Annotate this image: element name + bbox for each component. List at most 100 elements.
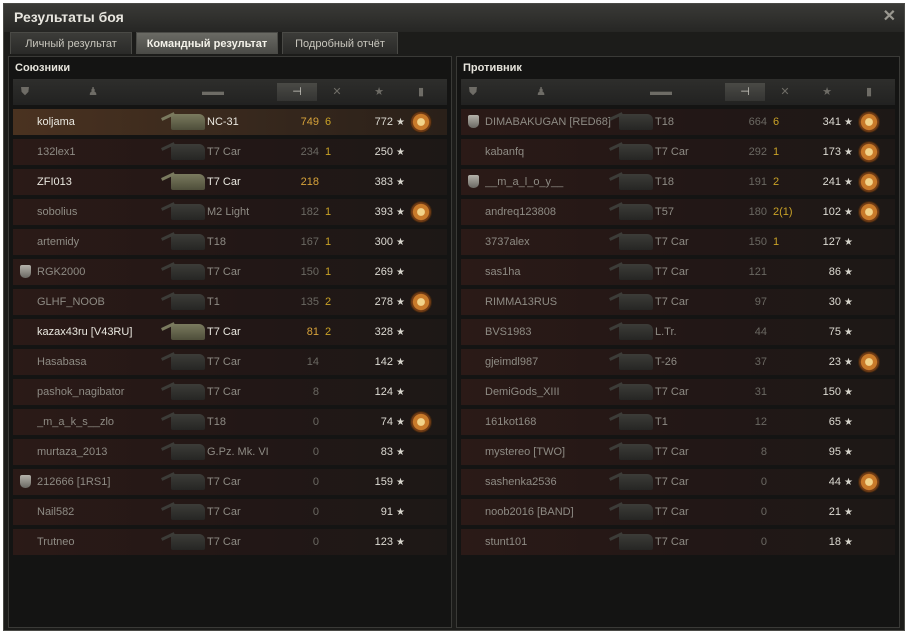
player-row[interactable]: Nail582 T7 Car 0 91 ★ xyxy=(13,499,447,527)
player-row[interactable]: 132lex1 T7 Car 234 1 250 ★ xyxy=(13,139,447,167)
tank-silhouette-icon xyxy=(619,204,653,220)
player-row[interactable]: RGK2000 T7 Car 150 1 269 ★ xyxy=(13,259,447,287)
player-row[interactable]: mystereo [TWO] T7 Car 8 95 ★ xyxy=(461,439,895,467)
title-bar: Результаты боя ✕ xyxy=(4,4,904,32)
tank-name: T18 xyxy=(207,236,226,248)
tank-name: T7 Car xyxy=(655,146,689,158)
tank-name: T1 xyxy=(207,296,220,308)
medal-cell xyxy=(409,139,433,165)
tab-team-result[interactable]: Командный результат xyxy=(136,32,278,54)
star-icon[interactable]: ★ xyxy=(359,83,399,101)
player-icon[interactable]: ♟ xyxy=(83,83,103,101)
experience-cell: 383 ★ xyxy=(359,169,405,195)
player-name: RGK2000 xyxy=(37,266,86,278)
player-name: RIMMA13RUS xyxy=(485,296,558,308)
experience-value: 86 xyxy=(828,266,841,278)
tank-image xyxy=(171,109,207,135)
experience-cell: 150 ★ xyxy=(807,379,853,405)
medal-icon[interactable] xyxy=(411,292,431,312)
tab-personal-result[interactable]: Личный результат xyxy=(10,32,132,54)
rank-cell xyxy=(17,379,33,405)
experience-value: 173 xyxy=(822,146,841,158)
player-row[interactable]: DIMABAKUGAN [RED68] T18 664 6 341 ★ xyxy=(461,109,895,137)
player-row[interactable]: artemidy T18 167 1 300 ★ xyxy=(13,229,447,257)
tank-silhouette-icon xyxy=(619,474,653,490)
tank-image xyxy=(171,529,207,555)
tank-silhouette-icon xyxy=(619,114,653,130)
tank-icon[interactable]: ▬▬ xyxy=(183,83,243,101)
damage-value: 0 xyxy=(760,536,767,548)
tank-name: T1 xyxy=(655,416,668,428)
player-row[interactable]: sashenka2536 T7 Car 0 44 ★ xyxy=(461,469,895,497)
player-row[interactable]: RIMMA13RUS T7 Car 97 30 ★ xyxy=(461,289,895,317)
tab-detailed-report[interactable]: Подробный отчёт xyxy=(282,32,398,54)
medal-icon[interactable] xyxy=(411,112,431,132)
kills-icon[interactable]: ✕ xyxy=(769,83,801,101)
shield-icon[interactable]: ⛊ xyxy=(465,83,481,101)
medal-icon[interactable] xyxy=(859,472,879,492)
tank-icon[interactable]: ▬▬ xyxy=(631,83,691,101)
tank-name: T7 Car xyxy=(655,266,689,278)
damage-value: 44 xyxy=(754,326,767,338)
kills-icon[interactable]: ✕ xyxy=(321,83,353,101)
rank-cell xyxy=(17,199,33,225)
star-icon: ★ xyxy=(844,387,853,398)
player-row[interactable]: 161kot168 T1 12 65 ★ xyxy=(461,409,895,437)
player-name: pashok_nagibator xyxy=(37,386,125,398)
tank-name: T7 Car xyxy=(655,386,689,398)
player-row[interactable]: 3737alex T7 Car 150 1 127 ★ xyxy=(461,229,895,257)
player-row[interactable]: 212666 [1RS1] T7 Car 0 159 ★ xyxy=(13,469,447,497)
rank-cell xyxy=(17,469,33,495)
medal-icon[interactable]: ▮ xyxy=(409,83,433,101)
player-row[interactable]: kabanfq T7 Car 292 1 173 ★ xyxy=(461,139,895,167)
tank-silhouette-icon xyxy=(171,294,205,310)
medal-icon[interactable] xyxy=(411,412,431,432)
player-icon[interactable]: ♟ xyxy=(531,83,551,101)
player-row[interactable]: stunt101 T7 Car 0 18 ★ xyxy=(461,529,895,557)
experience-value: 328 xyxy=(374,326,393,338)
player-name: 161kot168 xyxy=(485,416,537,428)
player-row[interactable]: GLHF_NOOB T1 135 2 278 ★ xyxy=(13,289,447,317)
player-row[interactable]: Hasabasa T7 Car 14 142 ★ xyxy=(13,349,447,377)
player-row[interactable]: kazax43ru [V43RU] T7 Car 81 2 328 ★ xyxy=(13,319,447,347)
player-row[interactable]: sobolius M2 Light 182 1 393 ★ xyxy=(13,199,447,227)
medal-icon[interactable] xyxy=(859,142,879,162)
player-row[interactable]: andreq123808 T57 180 2(1) 102 ★ xyxy=(461,199,895,227)
medal-icon[interactable] xyxy=(411,202,431,222)
medal-icon[interactable]: ▮ xyxy=(857,83,881,101)
player-row[interactable]: _m_a_k_s__zlo T18 0 74 ★ xyxy=(13,409,447,437)
medal-icon[interactable] xyxy=(859,172,879,192)
player-row[interactable]: sas1ha T7 Car 121 86 ★ xyxy=(461,259,895,287)
medal-icon[interactable] xyxy=(859,352,879,372)
close-icon[interactable]: ✕ xyxy=(883,6,896,26)
tank-image xyxy=(619,169,655,195)
damage-icon[interactable]: ⊣ xyxy=(725,83,765,101)
player-name: sashenka2536 xyxy=(485,476,557,488)
player-row[interactable]: koljama NC-31 749 6 772 ★ xyxy=(13,109,447,137)
kills-value xyxy=(773,349,799,375)
player-row[interactable]: DemiGods_XIII T7 Car 31 150 ★ xyxy=(461,379,895,407)
tank-image xyxy=(171,229,207,255)
player-row[interactable]: noob2016 [BAND] T7 Car 0 21 ★ xyxy=(461,499,895,527)
star-icon: ★ xyxy=(844,147,853,158)
tank-silhouette-icon xyxy=(171,174,205,190)
player-row[interactable]: gjeimdl987 T-26 37 23 ★ xyxy=(461,349,895,377)
star-icon: ★ xyxy=(396,117,405,128)
tank-silhouette-icon xyxy=(619,414,653,430)
medal-icon[interactable] xyxy=(859,112,879,132)
star-icon[interactable]: ★ xyxy=(807,83,847,101)
player-row[interactable]: murtaza_2013 G.Pz. Mk. VI 0 83 ★ xyxy=(13,439,447,467)
player-row[interactable]: pashok_nagibator T7 Car 8 124 ★ xyxy=(13,379,447,407)
damage-icon[interactable]: ⊣ xyxy=(277,83,317,101)
player-row[interactable]: __m_a_l_o_y__ T18 191 2 241 ★ xyxy=(461,169,895,197)
tank-image xyxy=(619,469,655,495)
medal-cell xyxy=(409,199,433,225)
kills-value xyxy=(773,319,799,345)
rank-cell xyxy=(465,529,481,555)
player-row[interactable]: Trutneo T7 Car 0 123 ★ xyxy=(13,529,447,557)
shield-icon[interactable]: ⛊ xyxy=(17,83,33,101)
star-icon: ★ xyxy=(844,417,853,428)
medal-icon[interactable] xyxy=(859,202,879,222)
player-row[interactable]: BVS1983 L.Tr. 44 75 ★ xyxy=(461,319,895,347)
player-row[interactable]: ZFI013 T7 Car 218 383 ★ xyxy=(13,169,447,197)
